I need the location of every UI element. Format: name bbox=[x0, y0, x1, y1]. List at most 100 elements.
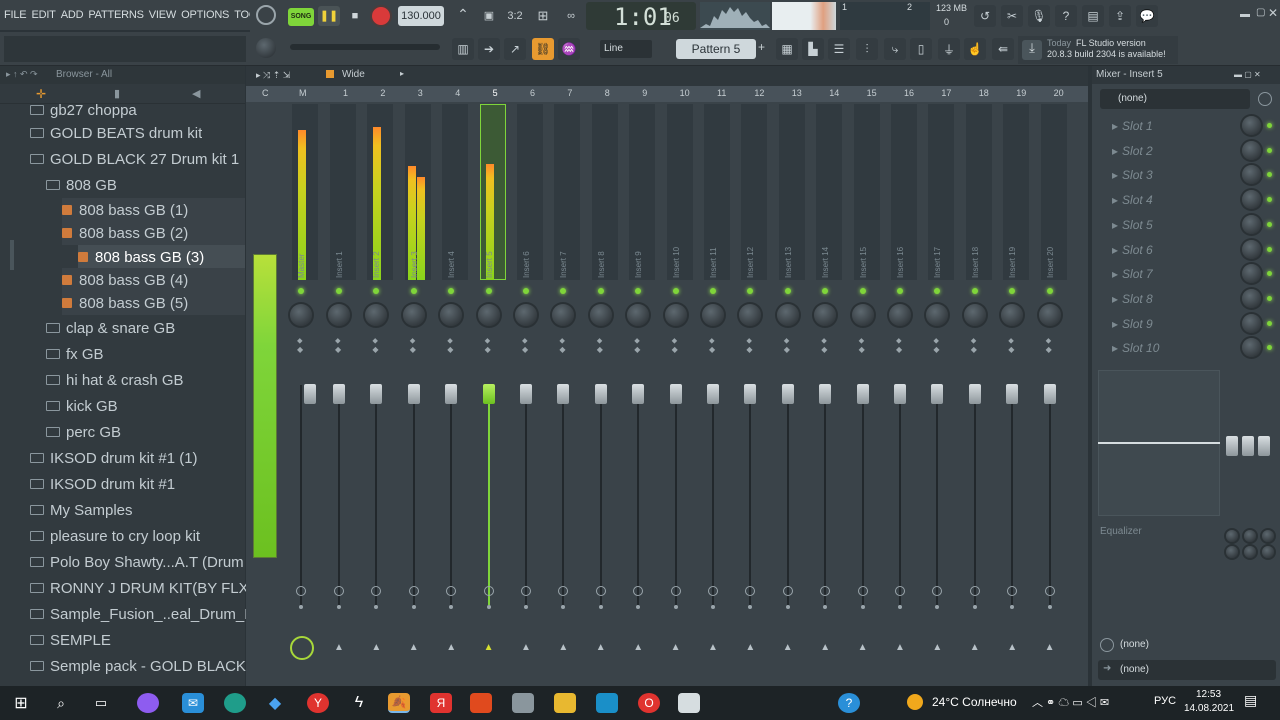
link-icon[interactable]: ⛓ bbox=[532, 38, 554, 60]
stereo-icon[interactable]: ⬥ ◆ bbox=[297, 336, 303, 354]
stereo-icon[interactable]: ⬥ ◆ bbox=[821, 336, 827, 354]
record-arm-dot[interactable] bbox=[972, 605, 977, 609]
pan-knob[interactable] bbox=[851, 304, 874, 326]
volume-fader[interactable] bbox=[669, 384, 682, 404]
send-arrow-icon[interactable]: ▲ bbox=[1007, 642, 1017, 653]
browser-item[interactable]: IKSOD drum kit #1 bbox=[30, 472, 175, 496]
browser-item[interactable]: 808 GB bbox=[46, 173, 117, 197]
pan-knob[interactable] bbox=[702, 304, 724, 326]
stereo-icon[interactable]: ⬥ ◆ bbox=[971, 336, 977, 354]
browser-item[interactable]: fx GB bbox=[46, 342, 104, 366]
volume-fader[interactable] bbox=[632, 384, 645, 404]
metronome-icon[interactable]: ⌃ bbox=[452, 6, 474, 26]
browser-nav-icons[interactable]: ▸ ↑ ↶ ↷ bbox=[6, 69, 38, 80]
send-arrow-icon[interactable]: ▲ bbox=[521, 642, 531, 653]
master-pitch-knob[interactable] bbox=[256, 38, 276, 58]
view-icon[interactable] bbox=[326, 70, 334, 78]
send-arrow-icon[interactable]: ▲ bbox=[371, 642, 381, 653]
reverse-polarity-icon[interactable] bbox=[483, 586, 494, 596]
touch-icon[interactable]: ☝ bbox=[964, 38, 986, 60]
search-icon[interactable]: ⌕ bbox=[50, 693, 72, 713]
send-arrow-icon[interactable]: ▲ bbox=[409, 642, 419, 653]
pan-knob[interactable] bbox=[515, 304, 537, 326]
menu-edit[interactable]: EDIT bbox=[31, 9, 55, 21]
mute-led[interactable] bbox=[859, 288, 866, 294]
reverse-polarity-icon[interactable] bbox=[708, 586, 718, 596]
blend-icon[interactable]: ⊞ bbox=[532, 6, 554, 26]
volume-fader[interactable] bbox=[968, 384, 981, 404]
mute-led[interactable] bbox=[1046, 288, 1053, 294]
send-arrow-icon[interactable]: ▲ bbox=[334, 642, 344, 653]
help-icon[interactable]: ? bbox=[1055, 5, 1077, 27]
record-arm-dot[interactable] bbox=[1047, 605, 1052, 609]
browser-scrollbar[interactable] bbox=[10, 240, 14, 270]
menu-add[interactable]: ADD bbox=[61, 9, 84, 21]
browser-item[interactable]: 808 bass GB (2) bbox=[62, 221, 245, 245]
stereo-icon[interactable]: ⬥ ◆ bbox=[933, 336, 939, 354]
arrow-icon[interactable]: ➔ bbox=[478, 38, 500, 60]
eq-knob-1[interactable] bbox=[1226, 530, 1238, 542]
input-settings-icon[interactable] bbox=[1258, 92, 1272, 106]
browser-item[interactable]: Polo Boy Shawty...A.T (Drum Kit) bbox=[30, 550, 270, 574]
slot-enable-led[interactable] bbox=[1267, 320, 1272, 326]
slot-mix-knob[interactable] bbox=[1242, 116, 1261, 135]
pan-knob[interactable] bbox=[402, 304, 425, 326]
mute-led[interactable] bbox=[672, 288, 679, 294]
volume-fader[interactable] bbox=[781, 384, 794, 404]
slot-enable-led[interactable] bbox=[1267, 147, 1272, 153]
weather-icon[interactable] bbox=[907, 694, 923, 710]
eq-band-fader-2[interactable] bbox=[1242, 436, 1254, 456]
stereo-icon[interactable]: ⬥ ◆ bbox=[447, 336, 453, 354]
notification-icon[interactable]: ▤ bbox=[1244, 692, 1257, 709]
volume-fader[interactable] bbox=[304, 384, 316, 404]
slot-enable-led[interactable] bbox=[1267, 123, 1272, 128]
channel-rack-icon[interactable]: ☰ bbox=[828, 38, 850, 60]
playlist-icon[interactable]: ▦ bbox=[776, 38, 798, 60]
send-arrow-icon[interactable]: ▲ bbox=[895, 642, 905, 653]
song-mode-button[interactable]: SONG bbox=[288, 8, 314, 26]
yandex-icon[interactable]: Я bbox=[430, 693, 452, 713]
opera-icon[interactable]: O bbox=[638, 693, 660, 713]
browser-item[interactable]: GOLD BLACK 27 Drum kit 1 bbox=[30, 147, 239, 171]
record-arm-dot[interactable] bbox=[860, 605, 865, 609]
browser-item[interactable]: gb27 choppa bbox=[30, 98, 137, 122]
mute-led[interactable] bbox=[410, 288, 417, 294]
task-view-icon[interactable]: ▭ bbox=[90, 693, 112, 713]
mute-led[interactable] bbox=[710, 288, 716, 294]
reverse-polarity-icon[interactable] bbox=[296, 586, 306, 596]
volume-fader[interactable] bbox=[707, 384, 719, 404]
volume-fader[interactable] bbox=[594, 384, 607, 404]
browser-item[interactable]: kick GB bbox=[46, 394, 118, 418]
menu-options[interactable]: OPTIONS bbox=[181, 9, 229, 21]
steps-icon[interactable]: ▙ bbox=[802, 38, 824, 60]
slot-mix-knob[interactable] bbox=[1242, 140, 1261, 160]
browser-speaker-icon[interactable]: ◀ bbox=[192, 87, 200, 100]
mute-led[interactable] bbox=[971, 288, 978, 294]
loop-record-icon[interactable]: ∞ bbox=[560, 6, 582, 26]
output-1[interactable]: (none) bbox=[1120, 639, 1149, 650]
pan-knob[interactable] bbox=[1038, 304, 1061, 326]
fl-studio-icon[interactable]: 🍂 bbox=[388, 693, 410, 713]
record-arm-dot[interactable] bbox=[785, 605, 790, 609]
file-icon[interactable]: ▯ bbox=[910, 38, 932, 60]
mixer-view-label[interactable]: Wide bbox=[342, 69, 365, 80]
routing-icon[interactable]: ⤷ bbox=[884, 38, 906, 60]
app-icon-4[interactable] bbox=[678, 693, 700, 713]
clock-time[interactable]: 12:53 bbox=[1196, 689, 1221, 700]
record-arm-dot[interactable] bbox=[898, 605, 902, 609]
slot-mix-knob[interactable] bbox=[1242, 239, 1261, 259]
send-arrow-icon[interactable]: ▲ bbox=[708, 642, 718, 653]
eq-band-fader-1[interactable] bbox=[1226, 436, 1238, 456]
lightning-icon[interactable]: ϟ bbox=[348, 693, 370, 713]
volume-fader[interactable] bbox=[744, 384, 757, 404]
stereo-icon[interactable]: ⬥ ◆ bbox=[634, 336, 640, 354]
send-arrow-icon[interactable]: ▲ bbox=[446, 642, 456, 653]
language-indicator[interactable]: РУС bbox=[1154, 695, 1176, 707]
weather-text[interactable]: 24°C Солнечно bbox=[932, 695, 1017, 709]
save-icon[interactable]: ▤ bbox=[1082, 5, 1104, 27]
stereo-icon[interactable]: ⬥ ◆ bbox=[559, 336, 565, 354]
eq-knob-5[interactable] bbox=[1244, 546, 1256, 558]
stereo-icon[interactable]: ⬥ ◆ bbox=[859, 336, 865, 354]
mixer-menu-icons[interactable]: ▸ ⤨ ⇡ ⇲ bbox=[256, 70, 290, 81]
stereo-icon[interactable]: ⬥ ◆ bbox=[746, 336, 752, 354]
